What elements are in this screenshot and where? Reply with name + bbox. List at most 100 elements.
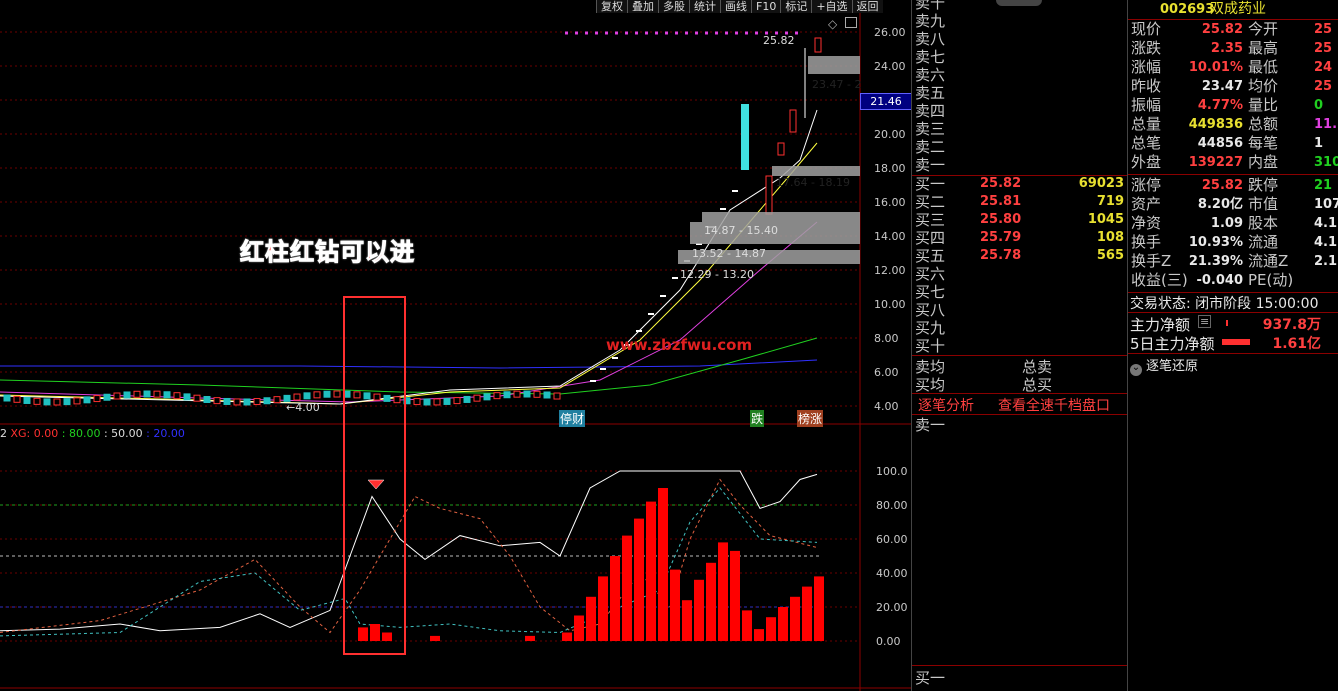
quote-row: 换手 10.93% 流通 4.1 [1128,233,1338,252]
quote-label: 振幅 [1131,96,1162,114]
quote-divider [1128,353,1338,354]
toolbar-button-2[interactable]: 多股 [658,0,689,13]
quote-value-2: 0 [1314,98,1324,113]
indicator-bar [790,596,800,641]
orderbook-buy-price: 25.80 [980,212,1022,227]
candle [483,393,491,401]
candle [453,397,461,405]
quote-value-2: 24 [1314,60,1333,75]
orderbook-buy-row: 买五 25.78 565 [912,247,1128,265]
diamond-icon[interactable]: ◇ [828,17,837,31]
window-icon[interactable] [845,17,857,28]
toolbar-button-7[interactable]: +自选 [811,0,852,13]
quote-value: 25.82 [1201,178,1243,193]
indicator-bar [574,615,584,641]
toolbar-button-1[interactable]: 叠加 [627,0,658,13]
toolbar-button-8[interactable]: 返回 [851,0,883,13]
quote-label: 总笔 [1131,134,1162,152]
order-book: 卖十 卖九 卖八 卖七 卖六 卖五 卖四 卖三 卖二 卖一 买一 25.82 69023 买二 25.81 7… [911,0,1128,691]
quote-value: 449836 [1188,117,1243,132]
orderbook-buy-volume: 69023 [1078,176,1124,191]
indicator-bar [802,586,812,641]
orderbook-buy-label: 买九 [915,319,946,337]
candle [273,396,281,404]
trade-status: 交易状态: 闭市阶段 15:00:00 [1130,296,1319,312]
toolbar-button-6[interactable]: 标记 [780,0,812,13]
orderbook-sell-row: 卖九 [912,12,1128,30]
quote-value-2: 107. [1314,197,1338,212]
low-price-label: ←4.00 [286,401,320,414]
main-net-value: 937.8万 [1262,317,1321,333]
indicator-bar [634,518,644,641]
orderbook-buy-row: 买八 [912,301,1128,319]
orderbook-buy-label: 买二 [915,193,946,211]
candle [163,391,171,399]
orderbook-sell-label: 卖二 [915,138,946,156]
quote-label-2: 跌停 [1248,176,1279,194]
candle [543,391,551,399]
quote-value: 10.93% [1188,235,1243,250]
zone-label-3: 14.87 - 15.40 [704,224,778,237]
indicator-bar [430,635,440,641]
quote-row: 涨跌 2.35 最高 25 [1128,39,1338,58]
quote-value: 8.20亿 [1197,197,1243,212]
high-price-label: 25.82 [763,34,795,47]
limit-up-candle [648,313,654,315]
orderbook-buy-label: 买一 [915,175,946,193]
limit-up-candle [672,277,678,279]
orderbook-buy-label: 买六 [915,265,946,283]
kline-chart[interactable]: 26.0024.0022.0020.0018.0016.0014.0012.00… [0,0,911,691]
quote-value-2: 25 [1314,22,1333,37]
candle [303,392,311,400]
quote-value-2: 2.1 [1314,254,1338,269]
orderbook-divider [912,665,1128,666]
quote-value: 10.01% [1188,60,1243,75]
candle [103,393,111,401]
orderbook-buy-row: 买一 25.82 69023 [912,175,1128,193]
orderbook-sell-label: 卖九 [915,12,946,30]
quote-row: 收益(三) -0.040 PE(动) [1128,271,1338,290]
candle [173,392,181,400]
tab-full-orderbook[interactable]: 查看全速千档盘口 [998,395,1110,415]
toolbar-button-4[interactable]: 画线 [720,0,751,13]
quote-label: 资产 [1131,195,1162,213]
price-axis-label: 14.00 [874,230,906,243]
quote-value: 21.39% [1188,254,1243,269]
indicator-bar [658,488,668,641]
watermark-text: www.zbzfwu.com [606,336,753,354]
candle [133,390,141,398]
tag-stop: 停财 [559,410,586,427]
limit-up-candle [590,380,596,382]
toolbar-button-3[interactable]: 统计 [689,0,720,13]
stock-code: 002693 [1160,2,1215,17]
indicator-bar [670,569,680,641]
stock-name: 双成药业 [1210,1,1266,17]
candle [223,397,231,405]
orderbook-sell-row: 卖五 [912,84,1128,102]
quote-value-2: 4.1 [1314,216,1338,231]
orderbook-sell-row: 卖二 [912,138,1128,156]
limit-up-candle [720,208,726,210]
orderbook-sell-row: 卖十 [912,0,1128,12]
tab-tick-analysis[interactable]: 逐笔分析 [918,395,974,415]
candle [765,175,773,215]
candle [213,397,221,405]
tick-restore-toggle[interactable]: ⌄ 逐笔还原 [1130,355,1198,376]
orderbook-buy-label: 买三 [915,211,946,229]
five-day-bar [1222,339,1250,345]
indicator-axis-label: 60.00 [876,533,908,546]
quote-value: 23.47 [1201,79,1243,94]
candle [313,391,321,399]
toolbar-button-5[interactable]: F10 [751,0,781,13]
indicator-axis-label: 100.0 [876,465,908,478]
indicator-bar [766,617,776,641]
quote-row: 总笔 44856 每笔 1 [1128,134,1338,153]
indicator-bar [814,576,824,641]
quote-label-2: 最低 [1248,58,1279,76]
candle [523,390,531,398]
toolbar-button-0[interactable]: 复权 [596,0,627,13]
quote-row: 昨收 23.47 均价 25 [1128,77,1338,96]
candle [43,398,51,406]
price-axis-label: 6.00 [874,366,899,379]
candle [503,391,511,399]
